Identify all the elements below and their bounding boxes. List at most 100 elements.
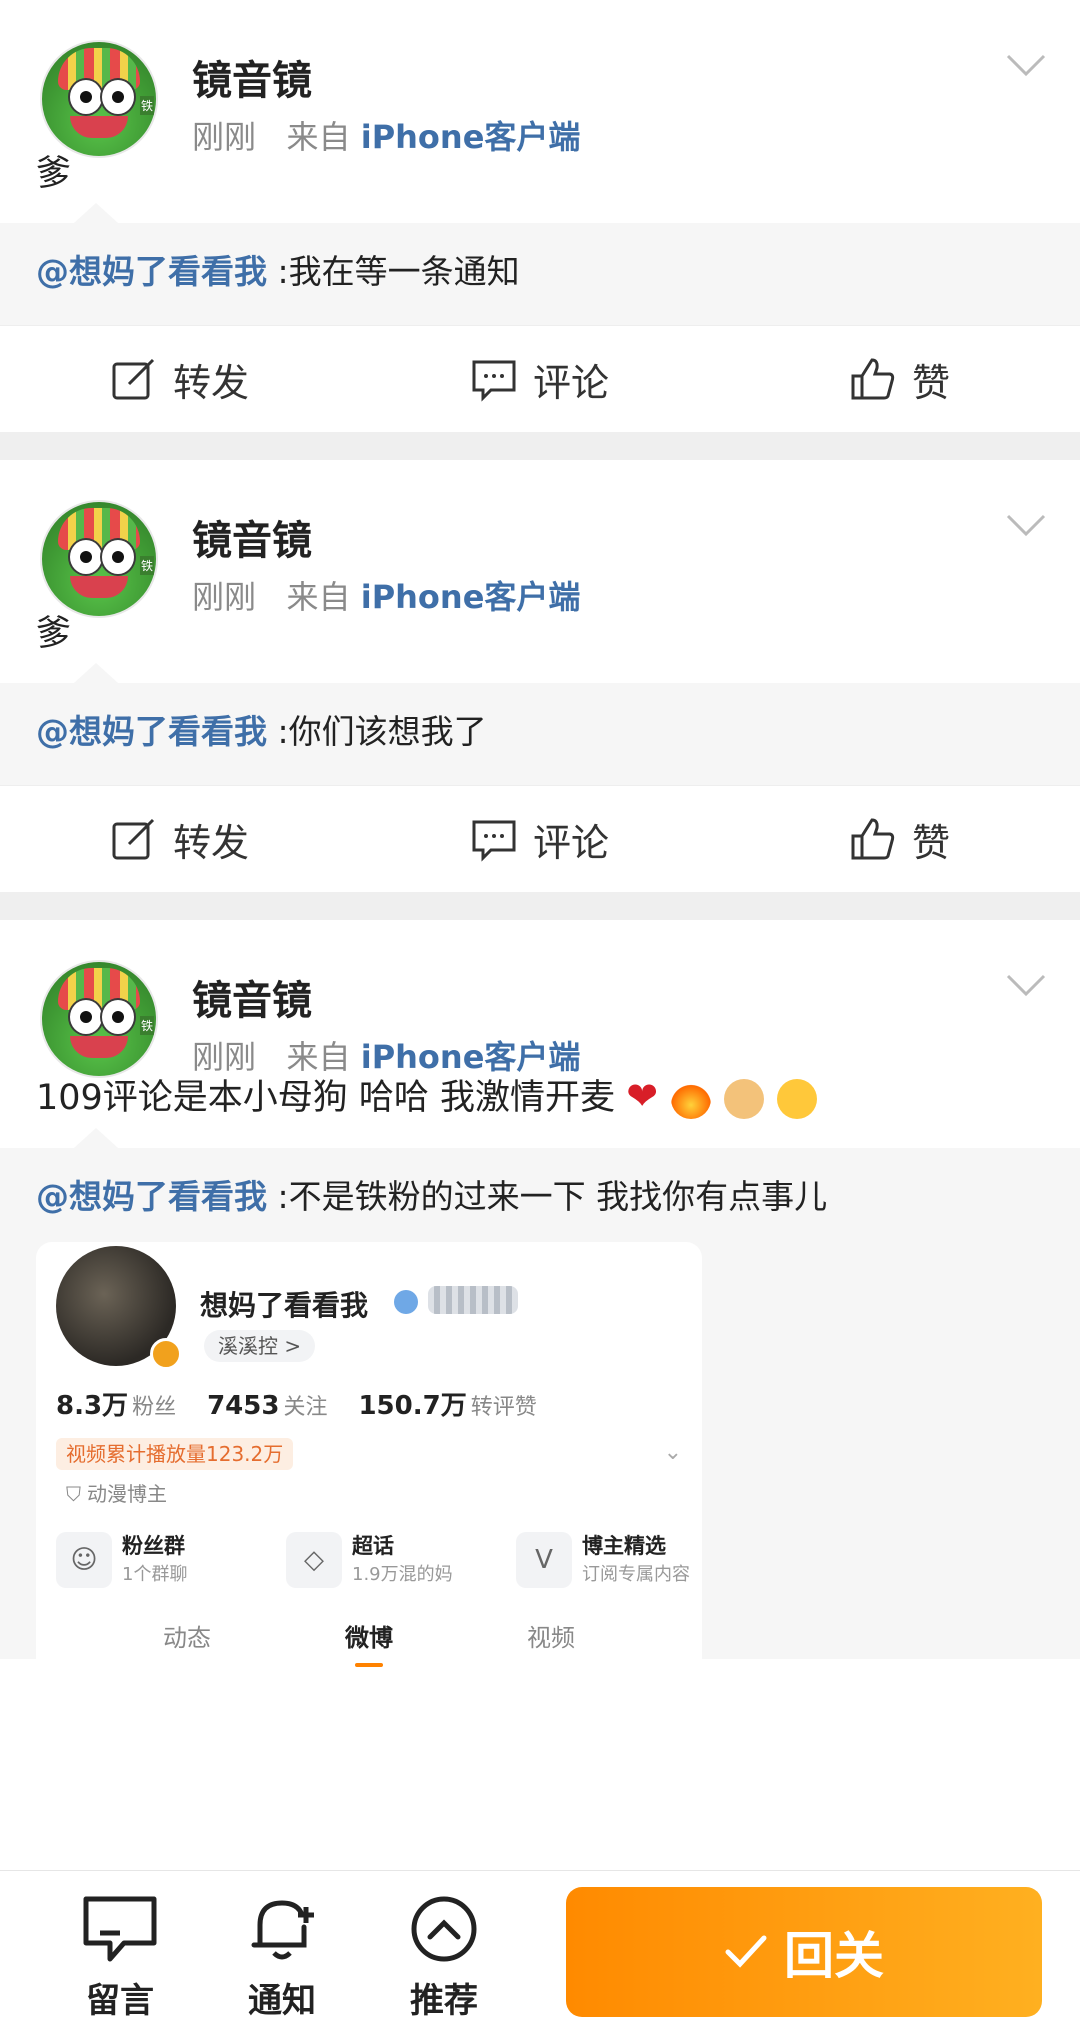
comment-label: 评论 — [532, 360, 609, 405]
author-name[interactable]: 镜音镜 — [192, 508, 312, 566]
post-time: 刚刚 — [192, 118, 257, 156]
comment-icon — [472, 360, 516, 402]
verified-badge-icon — [150, 1337, 182, 1370]
category-tag: ⛉ 动漫博主 — [66, 1481, 167, 1506]
bottom-action-bar: 留言 通知 推荐 回关 — [0, 1870, 1080, 2021]
follow-back-label: 回关 — [784, 1927, 884, 1985]
gender-male-icon — [394, 1289, 418, 1314]
quoted-user[interactable]: @想妈了看看我 — [36, 1177, 267, 1216]
repost-button[interactable]: 转发 — [0, 812, 360, 867]
author-avatar[interactable]: 铁 — [40, 40, 158, 158]
blogger-picks-item: V 博主精选 订阅专属内容 — [516, 1531, 702, 1588]
like-button[interactable]: 赞 — [720, 352, 1080, 407]
super-topic-item: ◇ 超话 1.9万混的妈 — [286, 1531, 496, 1588]
post-separator — [0, 432, 1080, 461]
like-label: 赞 — [911, 360, 950, 405]
post-content: 爹 — [36, 614, 72, 655]
profile-stats: 8.3万 粉丝 7453 关注 150.7万 转评赞 — [56, 1388, 561, 1424]
chevron-down-icon[interactable] — [1006, 974, 1046, 998]
tab-weibo: 微博 — [345, 1622, 393, 1667]
fan-group-item: ☺ 粉丝群 1个群聊 — [56, 1531, 266, 1588]
recommend-label: 推荐 — [410, 1981, 478, 2021]
post-time: 刚刚 — [192, 578, 257, 617]
notify-label: 通知 — [248, 1981, 316, 2021]
dog-emoji-icon — [724, 1079, 765, 1120]
author-avatar[interactable]: 铁 — [40, 500, 158, 619]
chevron-down-icon: ⌄ — [663, 1439, 682, 1465]
follow-count: 7453 — [207, 1390, 280, 1421]
quoted-post[interactable]: @想妈了看看我 :你们该想我了 — [0, 663, 1080, 786]
quoted-post[interactable]: @想妈了看看我 :我在等一条通知 — [0, 202, 1080, 326]
post-separator — [0, 892, 1080, 921]
video-play-tag: 视频累计播放量123.2万 — [56, 1437, 294, 1470]
v-icon: V — [516, 1531, 572, 1588]
diamond-icon: ◇ — [286, 1531, 342, 1588]
quoted-user[interactable]: @想妈了看看我 — [36, 712, 267, 751]
quoted-text: :你们该想我了 — [277, 712, 487, 752]
recommend-button[interactable]: 推荐 — [384, 1893, 504, 2022]
embedded-profile-card[interactable]: 想妈了看看我 溪溪控 > 8.3万 粉丝 7453 关注 150.7万 转评赞 视频累… — [36, 1241, 702, 1682]
fans-count: 8.3万 — [56, 1390, 129, 1421]
post-meta: 刚刚 来自 iPhone客户端 — [192, 112, 580, 158]
repost-label: 转发 — [172, 820, 249, 865]
fire-emoji-icon — [671, 1079, 712, 1120]
repost-label: 转发 — [172, 360, 249, 405]
group-icon: ☺ — [56, 1531, 112, 1588]
notify-button[interactable]: 通知 — [222, 1893, 342, 2022]
profile-feature-grid: ☺ 粉丝群 1个群聊 ◇ 超话 1.9万混的妈 V 博主精选 订阅专属内容 — [56, 1531, 702, 1588]
quoted-user[interactable]: @想妈了看看我 — [36, 252, 267, 291]
post-source: iPhone客户端 — [360, 1038, 581, 1077]
message-button[interactable]: 留言 — [60, 1893, 180, 2022]
follow-back-button[interactable]: 回关 — [566, 1887, 1042, 2017]
shield-icon: ⛉ — [66, 1481, 81, 1506]
comment-label: 评论 — [532, 820, 609, 865]
post-content: 爹 — [36, 154, 72, 194]
post-meta: 刚刚 来自 iPhone客户端 — [192, 1032, 580, 1078]
post-content: 109评论是本小母狗 哈哈 我激情开麦 ❤ — [0, 1070, 1080, 1147]
crying-emoji-icon — [777, 1079, 818, 1120]
message-icon — [83, 1896, 157, 1962]
post-3: 铁 镜音镜 刚刚 来自 iPhone客户端 109评论是本小母狗 哈哈 我激情开… — [0, 920, 1080, 1682]
repost-button[interactable]: 转发 — [0, 352, 360, 407]
author-name[interactable]: 镜音镜 — [192, 968, 312, 1026]
author-name[interactable]: 镜音镜 — [192, 48, 312, 106]
post-2: 铁 镜音镜 刚刚 来自 iPhone客户端 爹 @想妈了看看我 :你们该想我了 … — [0, 460, 1080, 893]
like-icon — [851, 358, 895, 400]
post-source: iPhone客户端 — [360, 578, 581, 617]
post-meta: 刚刚 来自 iPhone客户端 — [192, 572, 580, 618]
comment-button[interactable]: 评论 — [360, 352, 720, 407]
post-source: iPhone客户端 — [360, 118, 581, 156]
post-1: 铁 镜音镜 刚刚 来自 iPhone客户端 爹 @想妈了看看我 :我在等一条通知… — [0, 0, 1080, 433]
tab-video: 视频 — [527, 1623, 575, 1652]
repost-icon — [112, 819, 155, 860]
like-button[interactable]: 赞 — [720, 812, 1080, 867]
heart-emoji-icon: ❤ — [626, 1074, 659, 1119]
post-from-prefix: 来自 — [286, 578, 351, 617]
tab-dynamic: 动态 — [163, 1623, 211, 1652]
post-from-prefix: 来自 — [286, 1038, 351, 1077]
blurred-badge — [428, 1285, 518, 1314]
quoted-text: :我在等一条通知 — [277, 252, 520, 291]
chevron-down-icon[interactable] — [1006, 54, 1046, 78]
interact-label: 转评赞 — [470, 1394, 537, 1420]
post-header: 铁 镜音镜 刚刚 来自 iPhone客户端 — [0, 0, 1080, 158]
profile-name: 想妈了看看我 — [200, 1288, 369, 1322]
chevron-up-circle-icon — [411, 1896, 477, 1962]
repost-icon — [112, 359, 155, 400]
checkmark-icon — [725, 1935, 767, 1968]
super-topic-pill: 溪溪控 > — [204, 1329, 316, 1362]
post-from-prefix: 来自 — [286, 118, 351, 156]
like-label: 赞 — [911, 820, 950, 865]
post-actions: 转发 评论 赞 — [0, 785, 1080, 892]
post-time: 刚刚 — [192, 1038, 257, 1077]
like-icon — [851, 818, 895, 860]
author-avatar[interactable]: 铁 — [40, 960, 158, 1079]
quoted-text: :不是铁粉的过来一下 我找你有点事儿 — [277, 1176, 828, 1216]
comment-button[interactable]: 评论 — [360, 812, 720, 867]
profile-tabs: 动态 微博 视频 — [36, 1622, 702, 1667]
quoted-post[interactable]: @想妈了看看我 :不是铁粉的过来一下 我找你有点事儿 想妈了看看我 溪溪控 > … — [0, 1127, 1080, 1682]
fans-label: 粉丝 — [132, 1394, 177, 1420]
chevron-down-icon[interactable] — [1006, 514, 1046, 538]
interact-count: 150.7万 — [358, 1390, 467, 1421]
follow-label: 关注 — [283, 1394, 328, 1420]
